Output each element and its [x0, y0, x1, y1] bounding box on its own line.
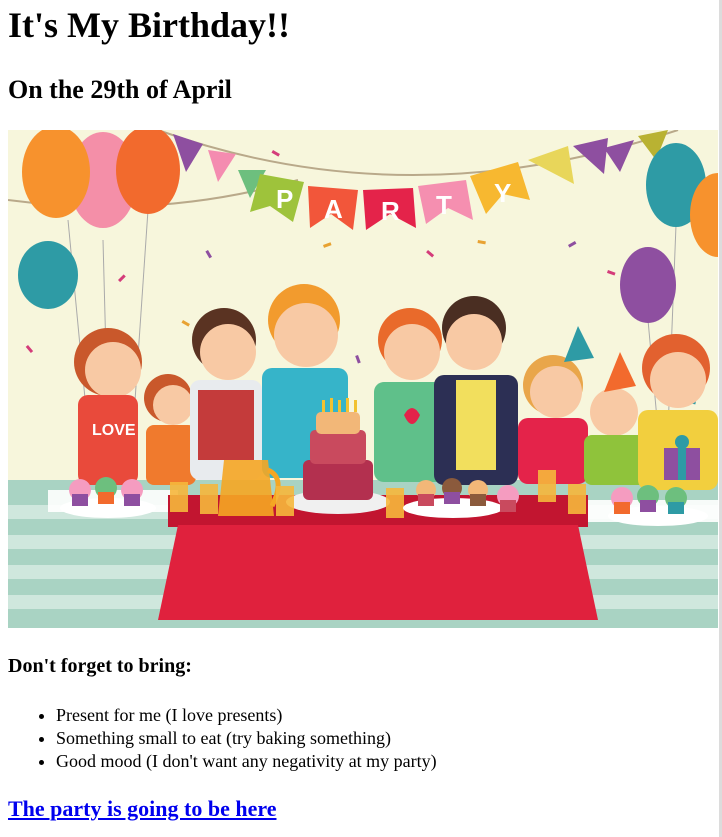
party-illustration: P A R T Y LOVE [8, 130, 718, 628]
shirt-text: LOVE [92, 422, 136, 439]
banner-letter-p: P [276, 184, 293, 214]
page-subtitle: On the 29th of April [8, 75, 232, 104]
banner-letter-r: R [381, 196, 400, 226]
bring-heading: Don't forget to bring: [8, 655, 192, 677]
list-item: Something small to eat (try baking somet… [56, 727, 719, 750]
bring-list: Present for me (I love presents) Somethi… [8, 704, 719, 773]
banner-letter-a: A [324, 194, 343, 224]
banner-letter-y: Y [494, 178, 511, 208]
party-location-link[interactable]: The party is going to be here [8, 795, 276, 823]
list-item: Good mood (I don't want any negativity a… [56, 750, 719, 773]
page-title: It's My Birthday!! [8, 5, 290, 45]
banner-letter-t: T [436, 190, 452, 220]
page-content: It's My Birthday!! On the 29th of April … [0, 0, 719, 823]
juice-pitcher [218, 460, 281, 516]
list-item: Present for me (I love presents) [56, 704, 719, 727]
